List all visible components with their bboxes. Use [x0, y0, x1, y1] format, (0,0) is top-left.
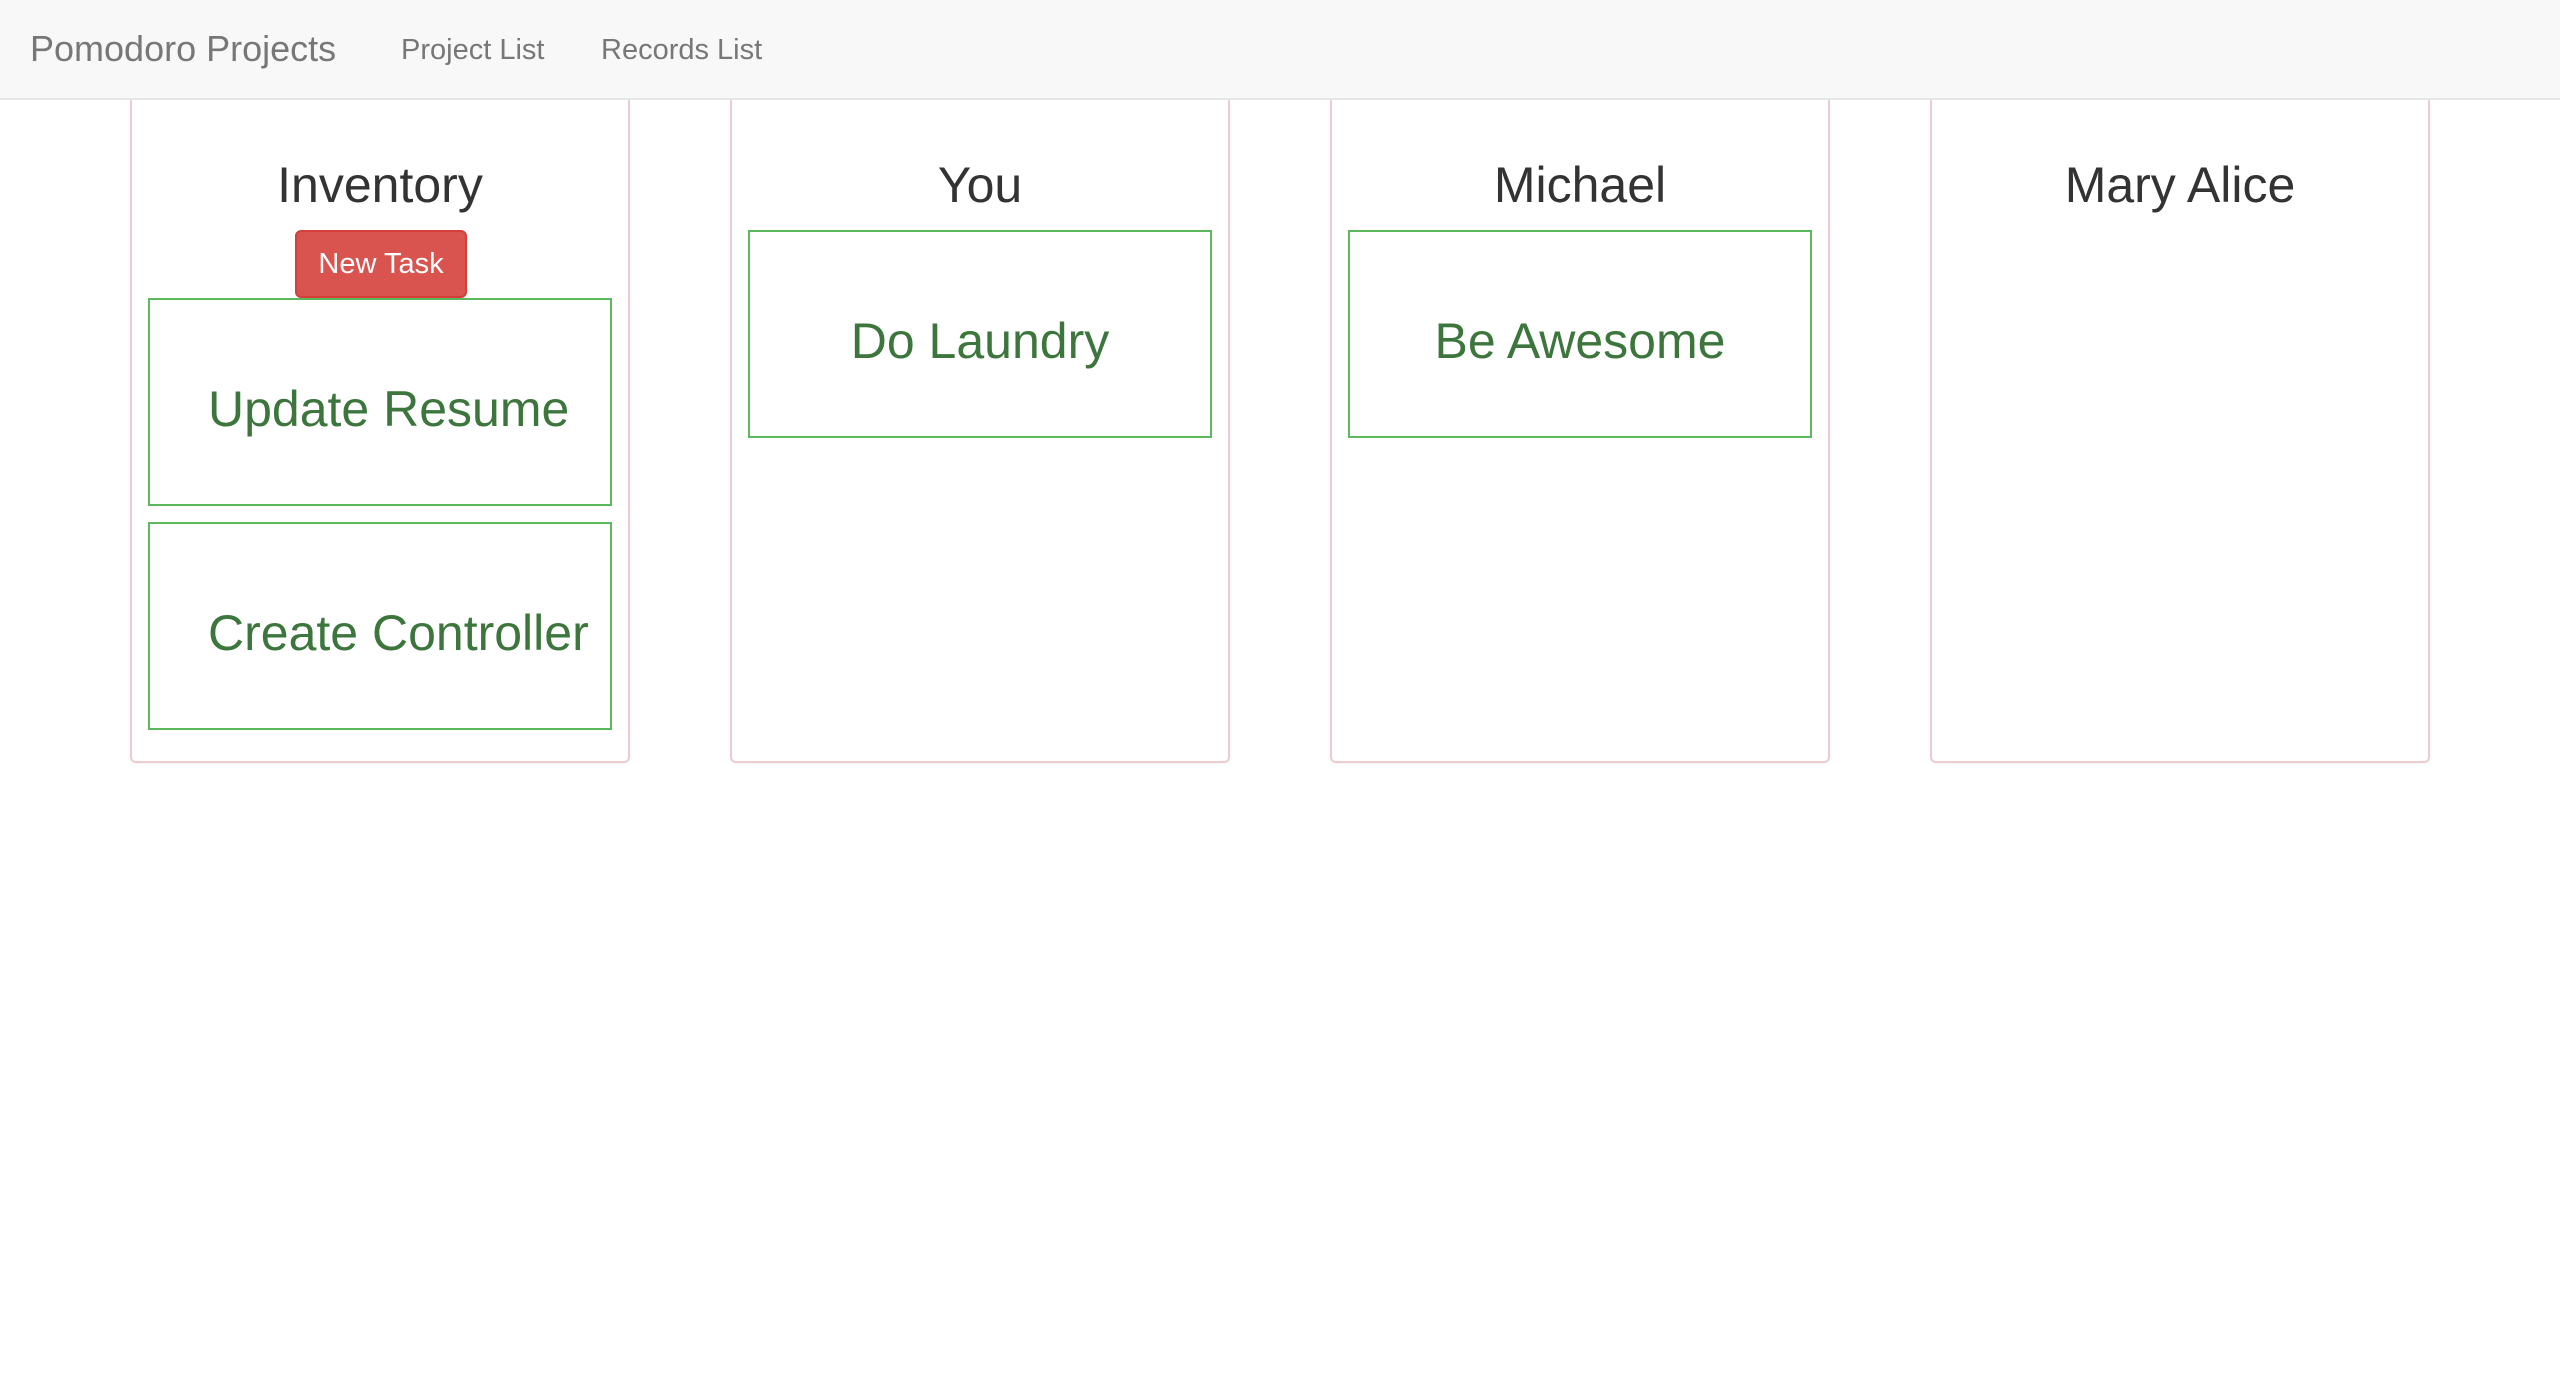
column-title: You [937, 157, 1023, 213]
column-inventory: Inventory New Task Update Resume Create … [130, 100, 630, 763]
task-card[interactable]: Create Controller [148, 522, 612, 730]
new-task-button[interactable]: New Task [295, 230, 467, 298]
column-title: Mary Alice [2064, 157, 2296, 213]
task-card[interactable]: Do Laundry [748, 230, 1212, 438]
task-title: Create Controller [208, 605, 589, 661]
task-title: Be Awesome [1434, 313, 1726, 369]
task-card[interactable]: Be Awesome [1348, 230, 1812, 438]
column-mary-alice: Mary Alice [1930, 100, 2430, 763]
top-navbar: Pomodoro Projects Project List Records L… [0, 0, 2560, 100]
brand-link[interactable]: Pomodoro Projects [30, 28, 336, 70]
task-title: Update Resume [208, 381, 570, 437]
nav-link-records-list[interactable]: Records List [601, 33, 762, 67]
task-card[interactable]: Update Resume [148, 298, 612, 506]
nav-link-project-list[interactable]: Project List [401, 33, 544, 67]
column-michael: Michael Be Awesome [1330, 100, 1830, 763]
column-title: Michael [1493, 157, 1667, 213]
task-title: Do Laundry [850, 313, 1110, 369]
column-you: You Do Laundry [730, 100, 1230, 763]
column-title: Inventory [277, 157, 483, 213]
